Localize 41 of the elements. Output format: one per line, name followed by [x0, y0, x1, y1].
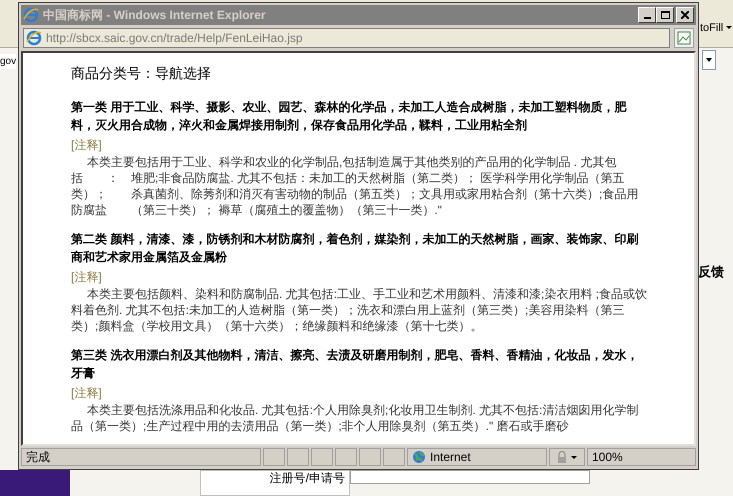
note-label: [注释] — [71, 137, 103, 154]
status-pane — [383, 448, 405, 466]
url-text: http://sbcx.saic.gov.cn/trade/Help/FenLeiHao.jsp — [46, 30, 303, 47]
class-title: 第一类 用于工业、科学、摄影、农业、园艺、森林的化学品，未加工人造合成树脂，未加工塑料物质，肥料，灭火用合成物，淬火和金属焊接用制剂，保存食品用化学品，鞣料，工业用粘全剂 — [71, 99, 628, 134]
status-text: 完成 — [21, 448, 261, 466]
close-icon — [681, 11, 689, 19]
status-pane — [335, 448, 357, 466]
browser-logo-icon — [26, 30, 42, 46]
status-pane — [263, 448, 285, 466]
note-label: [注释] — [71, 385, 103, 402]
address-bar[interactable]: http://sbcx.saic.gov.cn/trade/Help/FenLeiHao.jsp — [23, 28, 670, 48]
form-label: 注册号/申请号 — [270, 471, 345, 487]
address-text: gov — [0, 54, 16, 69]
browser-logo-icon — [23, 7, 39, 23]
status-pane — [359, 448, 381, 466]
close-button[interactable] — [676, 7, 694, 23]
note-label: [注释] — [71, 269, 103, 286]
note-text: 本类主要包括颜料、染料和防腐制品. 尤其包括:工业、手工业和艺术用颜料、清漆和漆;染衣用料 ;食品或饮料着色剂. 尤其不包括:未加工的人造树脂（第一类）；洗衣和漂白用上蓝剂（第三类）;美容用染料（第三类）;颜料盒（学校用文具）（第十六类）；绝缘颜料和绝缘漆（第十七类）。 — [71, 286, 648, 334]
zoom-button[interactable]: 100% — [587, 448, 696, 466]
zone-text: Internet — [430, 449, 471, 466]
lock-icon — [557, 451, 567, 463]
page-heading: 商品分类号：导航选择 — [71, 64, 212, 83]
note-text: 本类主要包括洗涤用品和化妆品. 尤其包括:个人用除臭剂;化妆用卫生制剂. 尤其不包括:清洁烟囱用化学制品（第一类）;生产过程中用的去渍用品（第一类）;非个人用除臭剂（第五类）." 磨石或手磨砂 — [71, 402, 640, 434]
side-panel — [0, 470, 70, 496]
dropdown-field[interactable] — [702, 50, 716, 70]
window-title: 中国商标网 - Windows Internet Explorer — [43, 7, 267, 24]
minimize-button[interactable] — [638, 7, 656, 23]
page-icon[interactable] — [674, 28, 694, 48]
form-input-field[interactable] — [350, 470, 590, 484]
status-pane — [287, 448, 309, 466]
class-title: 第二类 颜料，清漆、漆，防锈剂和木材防腐剂，着色剂，媒染剂，未加工的天然树脂，画家、装饰家、印刷商和艺术家用金属箔及金属粉 — [71, 231, 640, 266]
security-button[interactable] — [549, 448, 585, 466]
status-pane — [311, 448, 333, 466]
note-text: 本类主要包括用于工业、科学和农业的化学制品,包括制造属于其他类别的产品用的化学制品 . 尤其包括 ： 堆肥;非食品防腐盐. 尤其不包括：未加工的天然树脂（第二类）； 医学科学用化学制品（第五类）； 杀真菌剂、除莠剂和消灭有害动物的制品（第五类）；文具用或家用粘合剂（第十六类）;食品用防腐盐 （第三十类）； 褥草（腐殖土的覆盖物）（第三十一类）." — [71, 154, 640, 218]
caret-icon — [726, 26, 732, 29]
maximize-button[interactable] — [656, 7, 674, 23]
feedback-text[interactable]: 反馈 — [698, 262, 724, 282]
class-title: 第三类 洗衣用漂白剂及其他物料，清洁、擦亮、去渍及研磨用制剂，肥皂、香料、香精油，化妆品，发水，牙膏 — [71, 347, 640, 382]
globe-icon — [412, 450, 426, 464]
toolbar-label[interactable]: toFill — [700, 20, 724, 36]
zoom-text: 100% — [592, 449, 623, 466]
